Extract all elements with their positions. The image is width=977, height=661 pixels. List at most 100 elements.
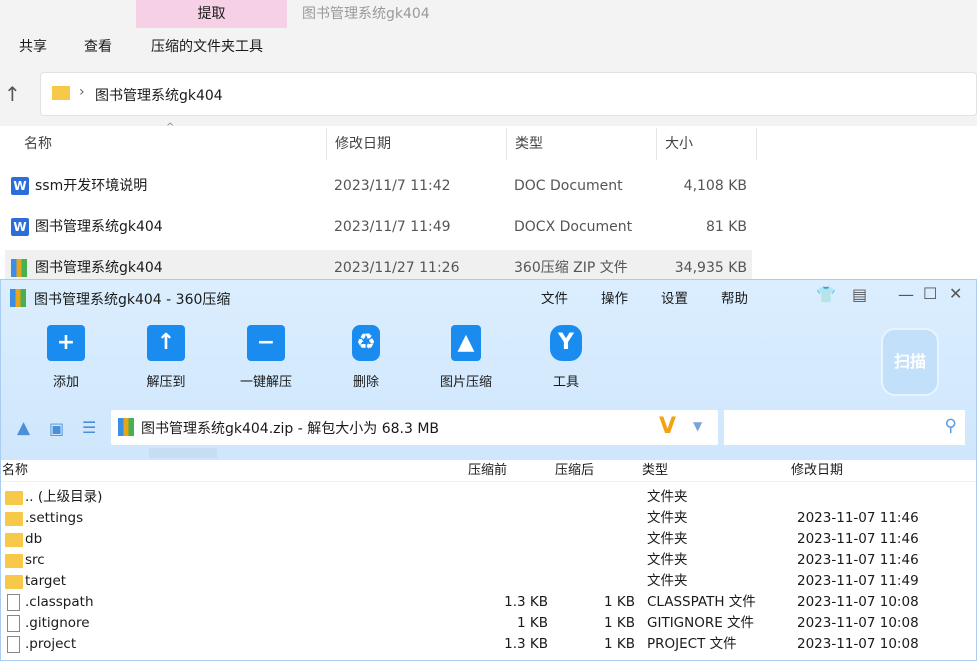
row-name: target	[25, 573, 67, 589]
close-icon[interactable]: ✕	[949, 284, 962, 303]
col-size[interactable]: 大小	[657, 128, 757, 160]
row-date: 2023-11-07 11:46	[797, 510, 919, 526]
row-type: PROJECT 文件	[647, 636, 737, 652]
scrollbar-thumb[interactable]	[149, 448, 217, 458]
row-name: .classpath	[25, 594, 94, 610]
file-name: ssm开发环境说明	[35, 178, 148, 194]
menu-settings[interactable]: 设置	[661, 287, 688, 307]
row-date: 2023-11-07 10:08	[797, 615, 919, 631]
row-name: .. (上级目录)	[25, 489, 103, 505]
folder-icon	[5, 554, 23, 568]
menu-view[interactable]: 查看	[84, 36, 112, 56]
col-type[interactable]: 类型	[507, 128, 657, 160]
toolbar-label: 添加	[52, 375, 79, 390]
word-icon: W	[11, 218, 29, 236]
toolbar-label: 解压到	[146, 375, 186, 390]
scan-button[interactable]: 扫描	[881, 328, 939, 396]
col-name[interactable]: 名称	[2, 460, 28, 481]
file-row[interactable]: W ssm开发环境说明 2023/11/7 11:42 DOC Document…	[5, 168, 752, 204]
list-view-icon[interactable]: ☰	[82, 418, 96, 437]
col-date[interactable]: 修改日期	[791, 460, 843, 481]
folder-icon	[5, 533, 23, 547]
zip-path-bar[interactable]: 图书管理系统gk404.zip - 解包大小为 68.3 MB V ▼	[111, 410, 718, 445]
toolbar-label: 图片压缩	[439, 375, 492, 390]
toolbar-label: 一键解压	[239, 375, 292, 390]
row-date: 2023-11-07 11:49	[797, 573, 919, 589]
col-type[interactable]: 类型	[642, 460, 668, 481]
dropdown-arrow-icon[interactable]: ▼	[693, 419, 702, 433]
tab-extract[interactable]: 提取	[136, 0, 287, 28]
search-icon[interactable]: ⚲	[945, 416, 957, 436]
zip-row[interactable]: .gitignore 1 KB 1 KB GITIGNORE 文件 2023-1…	[1, 613, 976, 634]
menu-help[interactable]: 帮助	[721, 287, 748, 307]
zip-row[interactable]: .settings 文件夹 2023-11-07 11:46	[1, 508, 976, 529]
file-icon	[7, 594, 20, 611]
window-title: 图书管理系统gk404	[302, 6, 430, 22]
row-date: 2023-11-07 11:46	[797, 531, 919, 547]
file-size: 81 KB	[705, 219, 747, 235]
skin-icon[interactable]: 👕	[816, 285, 836, 304]
row-type: 文件夹	[647, 489, 688, 505]
menu-operate[interactable]: 操作	[601, 287, 628, 307]
col-after[interactable]: 压缩后	[555, 460, 594, 481]
toolbar-label: 删除	[352, 375, 379, 390]
zip-row[interactable]: .. (上级目录) 文件夹	[1, 487, 976, 508]
thumbnail-view-icon[interactable]: ▣	[49, 419, 64, 438]
menu-file[interactable]: 文件	[541, 287, 568, 307]
zip-row[interactable]: .classpath 1.3 KB 1 KB CLASSPATH 文件 2023…	[1, 592, 976, 613]
row-name: .settings	[25, 510, 84, 526]
row-name: db	[25, 531, 43, 547]
folder-icon	[5, 491, 23, 505]
col-before[interactable]: 压缩前	[468, 460, 507, 481]
file-type: DOC Document	[514, 178, 623, 194]
zip-row[interactable]: db 文件夹 2023-11-07 11:46	[1, 529, 976, 550]
file-date: 2023/11/7 11:42	[334, 178, 451, 194]
row-after: 1 KB	[604, 594, 635, 610]
row-date: 2023-11-07 11:46	[797, 552, 919, 568]
maximize-icon[interactable]: ☐	[923, 284, 937, 303]
zip-icon	[11, 259, 27, 277]
one-click-extract-icon: −	[247, 325, 285, 361]
col-date[interactable]: 修改日期	[327, 128, 507, 160]
row-before: 1 KB	[517, 615, 548, 631]
one-click-extract-button[interactable]: − 一键解压	[226, 325, 306, 390]
row-type: 文件夹	[647, 510, 688, 526]
row-type: 文件夹	[647, 531, 688, 547]
extract-to-button[interactable]: ↑ 解压到	[126, 325, 206, 390]
add-button[interactable]: + 添加	[26, 325, 106, 390]
feedback-icon[interactable]: ▤	[852, 285, 867, 304]
address-bar[interactable]: › 图书管理系统gk404	[40, 72, 977, 116]
col-name[interactable]: 名称	[16, 128, 327, 160]
zip-path-text: 图书管理系统gk404.zip - 解包大小为 68.3 MB	[141, 421, 439, 437]
menu-share[interactable]: 共享	[19, 36, 47, 56]
up-arrow-icon[interactable]: ↑	[4, 82, 21, 106]
row-name: .gitignore	[25, 615, 90, 631]
row-date: 2023-11-07 10:08	[797, 594, 919, 610]
delete-button[interactable]: ♻ 删除	[326, 325, 406, 390]
menu-zip-tools[interactable]: 压缩的文件夹工具	[151, 36, 263, 56]
folder-icon	[52, 86, 70, 100]
file-icon	[7, 615, 20, 632]
search-input[interactable]: ⚲	[724, 410, 965, 445]
row-after: 1 KB	[604, 615, 635, 631]
list-header: 名称 压缩前 压缩后 类型 修改日期	[1, 460, 976, 482]
row-name: .project	[25, 636, 77, 652]
zip-row[interactable]: .project 1.3 KB 1 KB PROJECT 文件 2023-11-…	[1, 634, 976, 655]
zip-row[interactable]: src 文件夹 2023-11-07 11:46	[1, 550, 976, 571]
row-type: CLASSPATH 文件	[647, 594, 756, 610]
image-compress-button[interactable]: ▲ 图片压缩	[426, 325, 506, 390]
extract-icon: ↑	[147, 325, 185, 361]
row-after: 1 KB	[604, 636, 635, 652]
minimize-icon[interactable]: —	[898, 285, 914, 304]
file-row[interactable]: W 图书管理系统gk404 2023/11/7 11:49 DOCX Docum…	[5, 209, 752, 245]
row-type: GITIGNORE 文件	[647, 615, 755, 631]
app-icon	[10, 289, 26, 307]
row-type: 文件夹	[647, 552, 688, 568]
v-logo-icon: V	[659, 414, 677, 439]
recycle-icon: ♻	[352, 325, 380, 361]
tools-button[interactable]: Y 工具	[526, 325, 606, 390]
add-icon: +	[47, 325, 85, 361]
up-level-icon[interactable]: ▲	[17, 418, 30, 438]
zip-row[interactable]: target 文件夹 2023-11-07 11:49	[1, 571, 976, 592]
file-type: DOCX Document	[514, 219, 633, 235]
